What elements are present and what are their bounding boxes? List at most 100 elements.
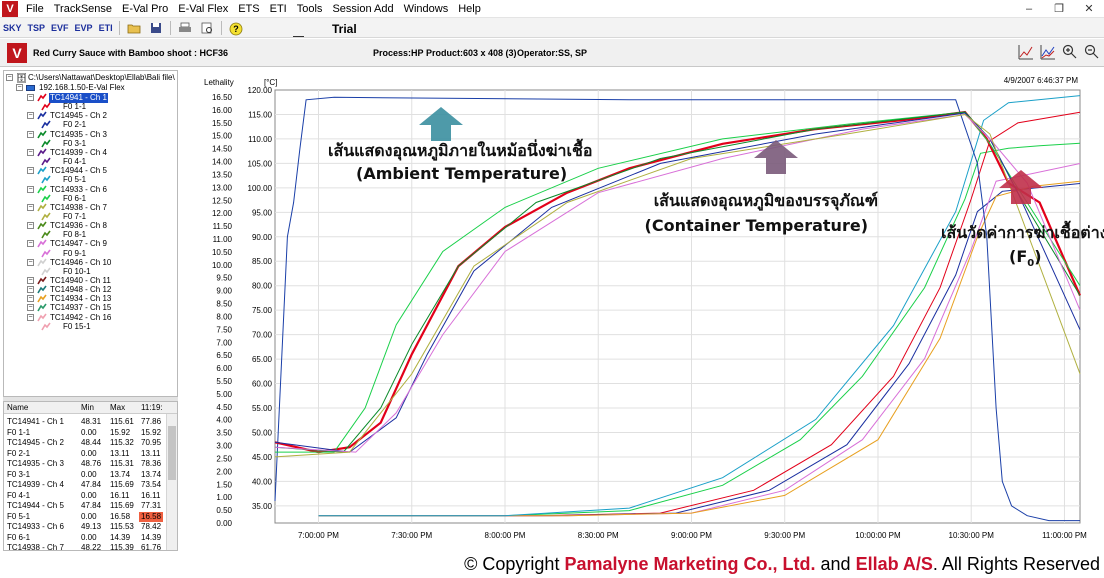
col-name-header[interactable]: Name: [7, 403, 28, 412]
stats-row[interactable]: F0 2-1 0.00 13.11 13.11: [4, 448, 167, 458]
collapse-icon[interactable]: −: [27, 240, 34, 248]
copyright-text: © Copyright Pamalyne Marketing Co., Ltd.…: [464, 554, 1100, 575]
stat-min: 47.84: [81, 480, 102, 489]
stats-row[interactable]: TC14935 - Ch 3 48.76 115.31 78.36: [4, 458, 167, 468]
menu-eti[interactable]: ETI: [265, 0, 292, 18]
stats-scroll-thumb[interactable]: [168, 426, 176, 480]
stats-scrollbar[interactable]: [166, 414, 177, 550]
stat-current: 13.11: [141, 448, 161, 458]
stats-row[interactable]: F0 1-1 0.00 15.92 15.92: [4, 427, 167, 437]
stat-name: F0 3-1: [7, 469, 31, 479]
collapse-icon[interactable]: −: [27, 286, 34, 294]
x-tick-label: 10:30:00 PM: [949, 531, 995, 540]
collapse-icon[interactable]: −: [27, 277, 34, 284]
stats-row[interactable]: TC14944 - Ch 5 47.84 115.69 77.31: [4, 500, 167, 510]
stats-row[interactable]: F0 4-1 0.00 16.11 16.11: [4, 490, 167, 500]
zoom-out-icon[interactable]: [1084, 44, 1100, 60]
stat-max: 115.61: [110, 417, 134, 426]
sky-button[interactable]: SKY: [0, 23, 25, 33]
col-min-header[interactable]: Min: [81, 403, 94, 412]
stats-row[interactable]: TC14933 - Ch 6 49.13 115.53 78.42: [4, 521, 167, 531]
menu-eval-pro[interactable]: E-Val Pro: [117, 0, 173, 18]
collapse-icon[interactable]: −: [27, 94, 34, 101]
collapse-icon[interactable]: −: [27, 148, 34, 156]
evp-button[interactable]: EVP: [72, 23, 96, 33]
x-tick-label: 9:30:00 PM: [764, 531, 805, 540]
col-time-header[interactable]: 11:19:: [141, 403, 163, 412]
close-icon[interactable]: ✕: [1074, 0, 1104, 18]
menu-help[interactable]: Help: [453, 0, 486, 18]
x-tick-label: 7:00:00 PM: [298, 531, 339, 540]
save-icon[interactable]: [149, 22, 163, 34]
y-tick-label-lethality: 1.50: [216, 480, 232, 489]
stat-min: 49.13: [81, 522, 102, 531]
stat-name: TC14941 - Ch 1: [7, 417, 64, 426]
collapse-icon[interactable]: −: [27, 313, 34, 321]
menu-ets[interactable]: ETS: [233, 0, 264, 18]
menu-session-add[interactable]: Session Add: [327, 0, 398, 18]
menu-eval-flex[interactable]: E-Val Flex: [173, 0, 233, 18]
stats-row[interactable]: TC14939 - Ch 4 47.84 115.69 73.54: [4, 479, 167, 489]
chart-icon[interactable]: [1018, 44, 1034, 60]
menu-windows[interactable]: Windows: [399, 0, 454, 18]
collapse-icon[interactable]: −: [27, 130, 34, 138]
evf-button[interactable]: EVF: [48, 23, 72, 33]
stats-row[interactable]: TC14945 - Ch 2 48.44 115.32 70.95: [4, 437, 167, 447]
eti-button[interactable]: ETI: [96, 23, 116, 33]
y-tick-label-lethality: 2.50: [216, 454, 232, 463]
collapse-icon[interactable]: −: [16, 84, 23, 91]
stat-min: 0.00: [81, 532, 97, 542]
f-subscript: 0: [1027, 258, 1034, 269]
stats-row[interactable]: F0 3-1 0.00 13.74 13.74: [4, 469, 167, 479]
stat-min: 0.00: [81, 511, 97, 521]
tsp-button[interactable]: TSP: [25, 23, 49, 33]
restore-icon[interactable]: ❐: [1044, 0, 1074, 18]
company-name: Pamalyne Marketing Co., Ltd.: [564, 554, 816, 574]
channel-tree: − 🗄 C:\Users\Nattawat\Desktop\Ellab\Bali…: [3, 70, 178, 397]
print-preview-icon[interactable]: [200, 22, 214, 34]
copyright-suffix: . All Rights Reserved: [932, 554, 1100, 574]
collapse-icon[interactable]: −: [27, 112, 34, 120]
print-icon[interactable]: [178, 22, 192, 34]
help-icon[interactable]: ?: [229, 22, 243, 35]
menu-tracksense[interactable]: TrackSense: [49, 0, 117, 18]
chart-overlay-icon[interactable]: [1040, 44, 1056, 60]
collapse-icon[interactable]: −: [27, 185, 34, 193]
stats-row[interactable]: F0 6-1 0.00 14.39 14.39: [4, 532, 167, 542]
y-tick-label-lethality: 7.00: [216, 338, 232, 347]
stat-max: 115.31: [110, 459, 134, 468]
stat-min: 0.00: [81, 427, 97, 437]
collapse-icon[interactable]: −: [27, 258, 34, 266]
product-size: Product:603 x 408 (3): [426, 48, 517, 58]
x-tick-label: 9:00:00 PM: [671, 531, 712, 540]
menu-tools[interactable]: Tools: [292, 0, 328, 18]
y-tick-label-lethality: 9.00: [216, 287, 232, 296]
open-folder-icon[interactable]: [127, 22, 141, 34]
y-tick-label-temp: 115.00: [248, 110, 272, 119]
collapse-icon[interactable]: −: [27, 167, 34, 175]
app-logo-icon: V: [2, 0, 18, 17]
collapse-icon[interactable]: −: [27, 203, 34, 211]
collapse-icon[interactable]: −: [27, 222, 34, 230]
stats-row[interactable]: F0 5-1 0.00 16.58 16.58: [4, 511, 167, 522]
y-tick-label-lethality: 12.00: [212, 209, 233, 218]
stat-name: TC14944 - Ch 5: [7, 501, 64, 510]
collapse-icon[interactable]: −: [27, 295, 34, 303]
x-tick-label: 8:30:00 PM: [578, 531, 619, 540]
collapse-icon[interactable]: −: [6, 74, 13, 81]
f-close: ): [1034, 247, 1041, 266]
minimize-icon[interactable]: –: [1014, 0, 1044, 18]
zoom-in-icon[interactable]: [1062, 44, 1078, 60]
menu-file[interactable]: File: [21, 0, 49, 18]
col-max-header[interactable]: Max: [110, 403, 125, 412]
y-tick-label-lethality: 6.50: [216, 351, 232, 360]
stat-max: 115.69: [110, 480, 134, 489]
stats-row[interactable]: TC14941 - Ch 1 48.31 115.61 77.86: [4, 416, 167, 426]
temperature-chart[interactable]: Lethality [°C] 4/9/2007 6:46:37 PM16.5016.…: [186, 70, 1104, 553]
y-tick-label-lethality: 16.50: [212, 93, 233, 102]
y-tick-label-lethality: 11.50: [213, 222, 233, 231]
collapse-icon[interactable]: −: [27, 304, 34, 312]
chart-datetime: 4/9/2007 6:46:37 PM: [1004, 76, 1079, 85]
f0-label: F0 15-1: [63, 321, 91, 331]
stats-row[interactable]: TC14938 - Ch 7 48.22 115.39 61.76: [4, 542, 167, 550]
